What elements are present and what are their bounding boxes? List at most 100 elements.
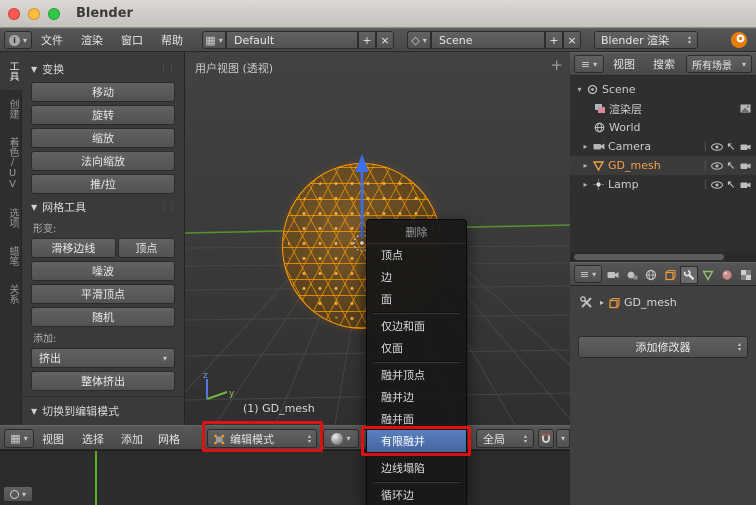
selectable-cursor-icon[interactable]: ↖ bbox=[724, 140, 738, 153]
panel-grip-icon[interactable]: ⋮⋮ bbox=[159, 202, 176, 212]
editor-type-properties-button[interactable]: ≡ ▾ bbox=[574, 265, 602, 283]
add-modifier-dropdown[interactable]: 添加修改器 ▴ ▾ bbox=[578, 336, 748, 358]
tab-grease-pencil[interactable]: 蜡笔 bbox=[0, 237, 22, 275]
menu-item-vertices[interactable]: 顶点 bbox=[367, 244, 466, 266]
delete-layout-button[interactable]: × bbox=[376, 31, 394, 49]
menu-render[interactable]: 渲染 bbox=[72, 32, 112, 48]
selectable-cursor-icon[interactable]: ↖ bbox=[724, 159, 738, 172]
extrude-individual-button[interactable]: 整体挤出 bbox=[31, 371, 175, 391]
caret-down-icon[interactable]: ▾ bbox=[574, 85, 585, 94]
tab-options[interactable]: 选项 bbox=[0, 199, 22, 237]
tab-world[interactable] bbox=[642, 266, 660, 284]
outliner-row-render-layers[interactable]: 渲染层 bbox=[570, 99, 756, 118]
zoom-window-button[interactable] bbox=[48, 7, 60, 20]
close-window-button[interactable] bbox=[8, 7, 20, 20]
render-restrict-icon[interactable] bbox=[738, 143, 752, 151]
outliner-menu-view[interactable]: 视图 bbox=[604, 56, 644, 72]
menu-item-only-faces[interactable]: 仅面 bbox=[367, 337, 466, 359]
tab-render[interactable] bbox=[604, 266, 622, 284]
menu-item-dissolve-vertices[interactable]: 融并顶点 bbox=[367, 364, 466, 386]
add-layout-button[interactable]: + bbox=[358, 31, 376, 49]
scene-browse-button[interactable]: ◇ ▾ bbox=[407, 31, 431, 49]
menu-item-only-edges-faces[interactable]: 仅边和面 bbox=[367, 315, 466, 337]
layout-name-field[interactable]: Default bbox=[226, 31, 358, 49]
outliner-menu-search[interactable]: 搜索 bbox=[644, 56, 684, 72]
randomize-button[interactable]: 随机 bbox=[31, 307, 175, 327]
snap-magnet-button[interactable] bbox=[538, 429, 554, 448]
scale-button[interactable]: 缩放 bbox=[31, 128, 175, 148]
caret-right-icon[interactable]: ▸ bbox=[580, 161, 591, 170]
tab-modifiers[interactable] bbox=[680, 266, 698, 284]
outliner-row-gd-mesh[interactable]: ▸ GD_mesh | ↖ bbox=[570, 156, 756, 175]
menu-mesh[interactable]: 网格 bbox=[158, 429, 180, 448]
smooth-vertex-button[interactable]: 平滑顶点 bbox=[31, 284, 175, 304]
tab-relations[interactable]: 关系 bbox=[0, 275, 22, 313]
menu-select[interactable]: 选择 bbox=[82, 429, 104, 448]
rotate-button[interactable]: 旋转 bbox=[31, 105, 175, 125]
menu-item-edges[interactable]: 边 bbox=[367, 266, 466, 288]
outliner-row-scene[interactable]: ▾ Scene bbox=[570, 80, 756, 99]
tab-texture[interactable] bbox=[737, 266, 755, 284]
viewport-shading-dropdown[interactable]: ▾ bbox=[323, 429, 359, 448]
tab-scene[interactable] bbox=[623, 266, 641, 284]
tab-material[interactable] bbox=[718, 266, 736, 284]
menu-item-edge-loops[interactable]: 循环边 bbox=[367, 484, 466, 505]
hide-eye-icon[interactable] bbox=[710, 180, 724, 189]
menu-item-faces[interactable]: 面 bbox=[367, 288, 466, 310]
extrude-button[interactable]: 挤出 ▾ bbox=[31, 348, 175, 368]
redo-panel-header[interactable]: ▼ 切换到编辑模式 bbox=[31, 403, 175, 419]
menu-help[interactable]: 帮助 bbox=[152, 32, 192, 48]
editor-type-info-button[interactable]: i ▾ bbox=[4, 31, 32, 49]
timeline-editor[interactable]: ▾ bbox=[0, 450, 570, 505]
selectable-cursor-icon[interactable]: ↖ bbox=[724, 178, 738, 191]
outliner-row-world[interactable]: World bbox=[570, 118, 756, 137]
menu-item-edge-collapse[interactable]: 边线塌陷 bbox=[367, 457, 466, 479]
tab-shading-uv[interactable]: 着色/UV bbox=[0, 128, 22, 199]
panel-grip-icon[interactable]: ⋮⋮ bbox=[159, 64, 176, 74]
outliner-row-camera[interactable]: ▸ Camera | ↖ bbox=[570, 137, 756, 156]
snap-element-button[interactable]: ▾ bbox=[556, 429, 570, 448]
menu-view[interactable]: 视图 bbox=[42, 429, 64, 448]
outliner-row-lamp[interactable]: ▸ Lamp | ↖ bbox=[570, 175, 756, 194]
editor-type-outliner-button[interactable]: ≡ ▾ bbox=[574, 55, 604, 73]
panel-mesh-tools-header[interactable]: ▼ 网格工具 ⋮⋮ bbox=[31, 199, 176, 215]
add-scene-button[interactable]: + bbox=[545, 31, 563, 49]
menu-item-dissolve-edges[interactable]: 融并边 bbox=[367, 386, 466, 408]
render-engine-dropdown[interactable]: Blender 渲染 ▴ ▾ bbox=[594, 31, 698, 49]
scene-name-field[interactable]: Scene bbox=[431, 31, 545, 49]
orientation-dropdown[interactable]: 全局 ▴ ▾ bbox=[476, 429, 534, 448]
layout-browse-button[interactable]: ▦ ▾ bbox=[202, 31, 226, 49]
outliner-hscrollbar[interactable] bbox=[570, 252, 756, 262]
editor-type-timeline-button[interactable]: ▾ bbox=[3, 486, 33, 502]
render-layer-image-icon[interactable] bbox=[738, 104, 752, 113]
minimize-window-button[interactable] bbox=[28, 7, 40, 20]
chevron-down-icon: ▾ bbox=[22, 35, 27, 45]
hide-eye-icon[interactable] bbox=[710, 161, 724, 170]
render-restrict-icon[interactable] bbox=[738, 181, 752, 189]
menu-file[interactable]: 文件 bbox=[32, 32, 72, 48]
delete-scene-button[interactable]: × bbox=[563, 31, 581, 49]
scrollbar-thumb[interactable] bbox=[574, 254, 724, 260]
translate-button[interactable]: 移动 bbox=[31, 82, 175, 102]
menu-add[interactable]: 添加 bbox=[121, 429, 143, 448]
panel-transform-header[interactable]: ▼ 变换 ⋮⋮ bbox=[31, 61, 176, 77]
outliner-filter-dropdown[interactable]: 所有场景 ▾ bbox=[686, 55, 752, 73]
push-pull-button[interactable]: 推/拉 bbox=[31, 174, 175, 194]
shrink-fatten-button[interactable]: 法向缩放 bbox=[31, 151, 175, 171]
edge-slide-button[interactable]: 滑移边线 bbox=[31, 238, 116, 258]
editor-type-3dview-button[interactable]: ▦ ▾ bbox=[4, 429, 34, 448]
tab-object[interactable] bbox=[661, 266, 679, 284]
chevron-down-icon: ▾ bbox=[422, 35, 427, 45]
noise-button[interactable]: 噪波 bbox=[31, 261, 175, 281]
render-restrict-icon[interactable] bbox=[738, 162, 752, 170]
tab-create[interactable]: 创建 bbox=[0, 90, 22, 128]
vertex-slide-button[interactable]: 顶点 bbox=[117, 238, 175, 258]
caret-right-icon[interactable]: ▸ bbox=[580, 180, 591, 189]
breadcrumb: ▸ GD_mesh bbox=[580, 296, 677, 309]
tab-tools[interactable]: 工具 bbox=[0, 52, 22, 90]
caret-right-icon[interactable]: ▸ bbox=[580, 142, 591, 151]
tab-object-data[interactable] bbox=[699, 266, 717, 284]
current-frame-line[interactable] bbox=[95, 451, 97, 505]
menu-window[interactable]: 窗口 bbox=[112, 32, 152, 48]
hide-eye-icon[interactable] bbox=[710, 142, 724, 151]
